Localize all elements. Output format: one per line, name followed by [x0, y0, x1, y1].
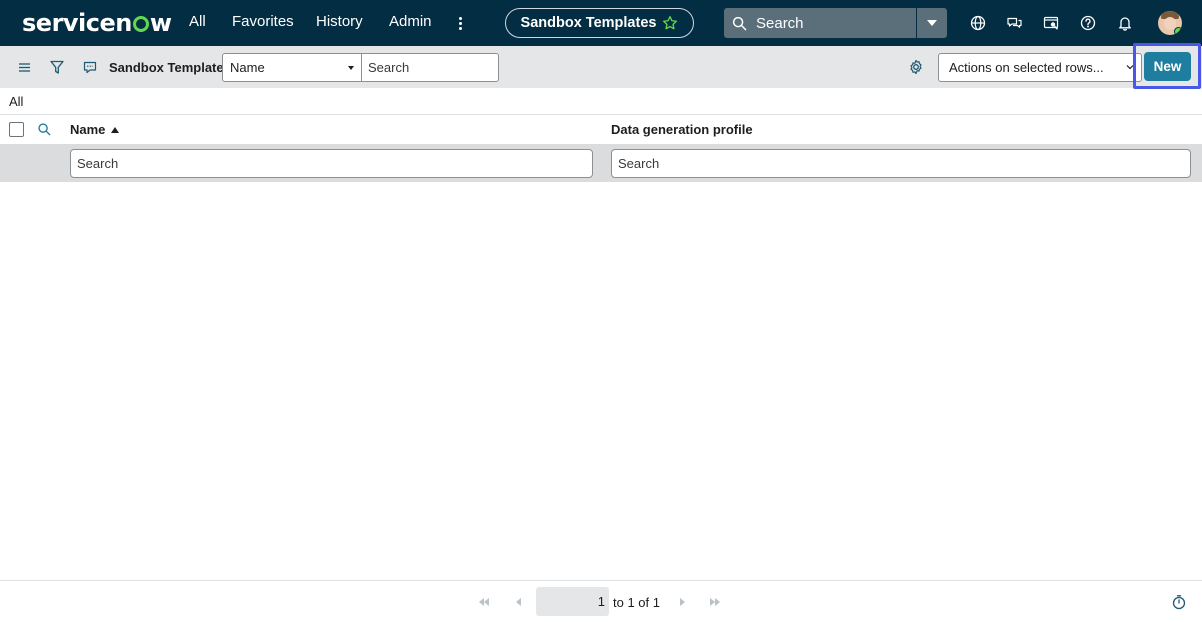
- chat-icon[interactable]: [1004, 13, 1024, 33]
- bell-icon[interactable]: [1115, 13, 1135, 33]
- select-all-checkbox[interactable]: [9, 122, 24, 137]
- top-navigation-bar: servicen w All Favorites History Admin Sa…: [0, 0, 1202, 46]
- sort-ascending-icon: [111, 126, 120, 133]
- response-time-icon[interactable]: [1171, 594, 1187, 610]
- actions-select[interactable]: Actions on selected rows...: [938, 53, 1142, 82]
- column-search-toggle-icon[interactable]: [37, 122, 52, 137]
- column-header-profile-label: Data generation profile: [611, 122, 753, 137]
- context-title-pill[interactable]: Sandbox Templates: [505, 8, 694, 38]
- last-page-icon[interactable]: [708, 595, 722, 609]
- profile-column-search-input[interactable]: [611, 149, 1191, 178]
- new-button[interactable]: New: [1144, 52, 1191, 81]
- logo-text-prefix: servicen: [22, 9, 132, 37]
- context-title: Sandbox Templates: [520, 15, 657, 31]
- pagination-text: to 1 of 1: [613, 595, 660, 610]
- list-title: Sandbox Templates: [109, 60, 231, 75]
- name-column-search-input[interactable]: [70, 149, 593, 178]
- column-header-data-generation-profile[interactable]: Data generation profile: [611, 122, 753, 137]
- accessibility-icon[interactable]: [1041, 13, 1061, 33]
- user-avatar[interactable]: [1158, 11, 1182, 35]
- first-page-icon[interactable]: [477, 595, 491, 609]
- search-field-value: Name: [230, 60, 265, 75]
- filter-icon[interactable]: [48, 58, 66, 76]
- logo-text-suffix: w: [149, 9, 172, 37]
- previous-page-icon[interactable]: [511, 595, 525, 609]
- search-field-select[interactable]: Name: [222, 53, 362, 82]
- gear-icon[interactable]: [907, 58, 925, 76]
- list-toolbar: Sandbox Templates Name Actions on select…: [0, 46, 1202, 88]
- nav-favorites[interactable]: Favorites: [232, 13, 294, 30]
- presence-indicator: [1174, 27, 1182, 35]
- page-number-input[interactable]: [536, 587, 609, 616]
- column-header-name[interactable]: Name: [70, 122, 120, 137]
- search-scope-dropdown[interactable]: [916, 8, 947, 38]
- nav-history[interactable]: History: [316, 13, 363, 30]
- breadcrumb[interactable]: All: [9, 94, 23, 109]
- caret-down-icon: [348, 66, 354, 70]
- global-search-placeholder: Search: [756, 14, 804, 32]
- nav-admin[interactable]: Admin: [389, 13, 432, 30]
- table-header-row: Name Data generation profile: [0, 115, 1202, 144]
- global-search-input[interactable]: Search: [724, 8, 916, 38]
- actions-label: Actions on selected rows...: [949, 60, 1104, 75]
- globe-icon[interactable]: [968, 13, 988, 33]
- servicenow-logo[interactable]: servicen w: [22, 9, 172, 37]
- help-icon[interactable]: [1078, 13, 1098, 33]
- column-header-name-label: Name: [70, 122, 106, 137]
- nav-all[interactable]: All: [189, 13, 206, 30]
- logo-o-ring: [132, 16, 149, 32]
- star-icon[interactable]: [662, 15, 678, 31]
- hamburger-menu-icon[interactable]: [15, 58, 33, 76]
- caret-down-icon: [927, 20, 937, 26]
- column-search-row: [0, 144, 1202, 182]
- list-search-input[interactable]: [361, 53, 499, 82]
- search-icon: [732, 16, 747, 30]
- more-menu-icon[interactable]: [455, 12, 465, 34]
- next-page-icon[interactable]: [676, 595, 690, 609]
- list-footer: to 1 of 1: [0, 580, 1202, 622]
- comment-icon[interactable]: [81, 58, 99, 76]
